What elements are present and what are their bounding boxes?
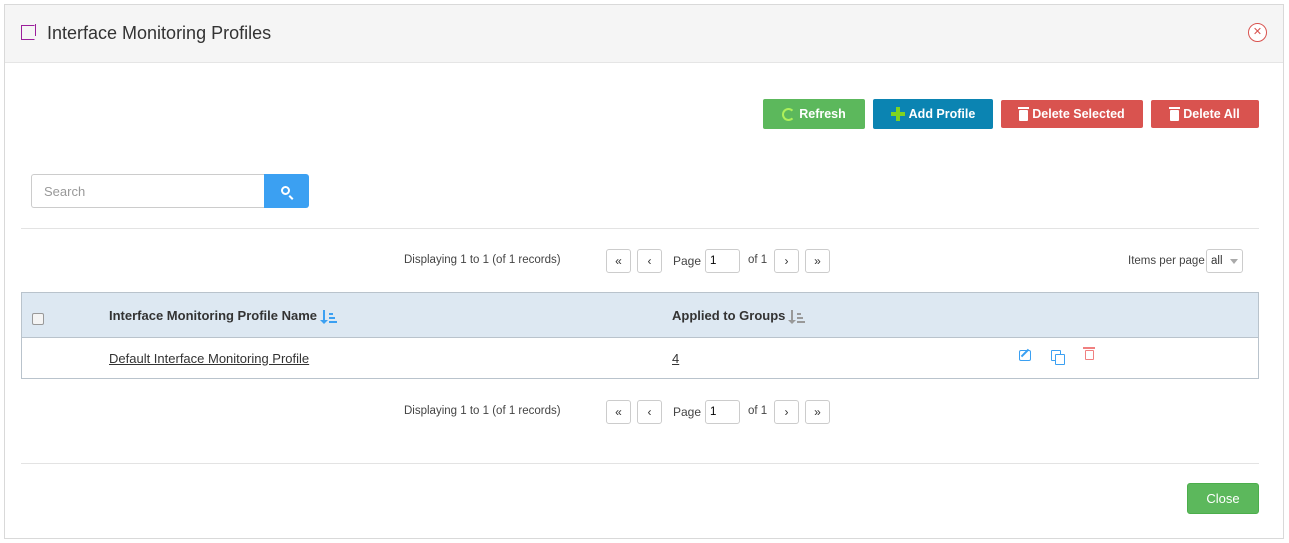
page-number-input[interactable] xyxy=(705,400,740,424)
delete-all-button[interactable]: Delete All xyxy=(1151,100,1259,128)
close-button[interactable]: Close xyxy=(1187,483,1259,514)
first-page-button[interactable]: « xyxy=(606,249,631,273)
dialog-title: Interface Monitoring Profiles xyxy=(47,23,272,43)
table-header: Interface Monitoring Profile Name Applie… xyxy=(22,293,1258,338)
sort-icon[interactable] xyxy=(788,309,806,324)
select-all-checkbox[interactable] xyxy=(32,313,44,325)
prev-page-button[interactable]: ‹ xyxy=(637,249,662,273)
profile-name-link[interactable]: Default Interface Monitoring Profile xyxy=(109,351,309,366)
column-header-name[interactable]: Interface Monitoring Profile Name xyxy=(109,308,338,324)
next-page-button[interactable]: › xyxy=(774,400,799,424)
prev-page-button[interactable]: ‹ xyxy=(637,400,662,424)
items-per-page-select[interactable]: all xyxy=(1206,249,1243,273)
items-per-page-label: Items per page xyxy=(1128,255,1205,267)
search-button[interactable] xyxy=(264,174,309,208)
sort-descending-icon[interactable] xyxy=(320,309,338,324)
external-link-icon xyxy=(21,24,36,40)
profiles-table: Interface Monitoring Profile Name Applie… xyxy=(21,292,1259,379)
delete-selected-button[interactable]: Delete Selected xyxy=(1001,100,1143,128)
page-number-input[interactable] xyxy=(705,249,740,273)
table-row: Default Interface Monitoring Profile 4 xyxy=(22,338,1258,378)
last-page-button[interactable]: » xyxy=(805,249,830,273)
first-page-button[interactable]: « xyxy=(606,400,631,424)
record-count-info: Displaying 1 to 1 (of 1 records) xyxy=(404,254,561,266)
refresh-icon xyxy=(782,107,796,121)
pager-top: Displaying 1 to 1 (of 1 records) « ‹ Pag… xyxy=(0,249,1278,273)
divider xyxy=(21,463,1259,464)
delete-all-label: Delete All xyxy=(1183,107,1240,121)
page-label: Page xyxy=(673,254,702,268)
page-total-label: of 1 xyxy=(748,405,768,417)
refresh-label: Refresh xyxy=(799,107,846,121)
next-page-button[interactable]: › xyxy=(774,249,799,273)
trash-icon xyxy=(1018,106,1030,121)
column-header-label: Interface Monitoring Profile Name xyxy=(109,308,318,323)
applied-groups-link[interactable]: 4 xyxy=(672,351,679,366)
dialog-header: Interface Monitoring Profiles ✕ xyxy=(5,5,1283,63)
plus-icon xyxy=(890,107,905,121)
delete-selected-label: Delete Selected xyxy=(1032,107,1125,121)
add-profile-button[interactable]: Add Profile xyxy=(873,99,993,129)
refresh-button[interactable]: Refresh xyxy=(763,99,865,129)
page-label: Page xyxy=(673,405,702,419)
close-icon[interactable]: ✕ xyxy=(1248,23,1267,42)
chevron-down-icon xyxy=(1230,259,1238,264)
pager-bottom: Displaying 1 to 1 (of 1 records) « ‹ Pag… xyxy=(0,400,1278,424)
delete-icon[interactable] xyxy=(1083,347,1095,360)
edit-icon[interactable] xyxy=(1019,350,1031,361)
column-header-label: Applied to Groups xyxy=(672,308,786,323)
search-icon xyxy=(281,186,290,195)
page-total-label: of 1 xyxy=(748,254,768,266)
column-header-groups[interactable]: Applied to Groups xyxy=(672,308,806,324)
trash-icon xyxy=(1169,106,1181,121)
items-per-page-value: all xyxy=(1211,255,1223,267)
add-profile-label: Add Profile xyxy=(908,107,976,121)
search-input[interactable] xyxy=(31,174,265,208)
last-page-button[interactable]: » xyxy=(805,400,830,424)
divider xyxy=(21,228,1259,229)
record-count-info: Displaying 1 to 1 (of 1 records) xyxy=(404,405,561,417)
copy-icon[interactable] xyxy=(1051,350,1065,365)
